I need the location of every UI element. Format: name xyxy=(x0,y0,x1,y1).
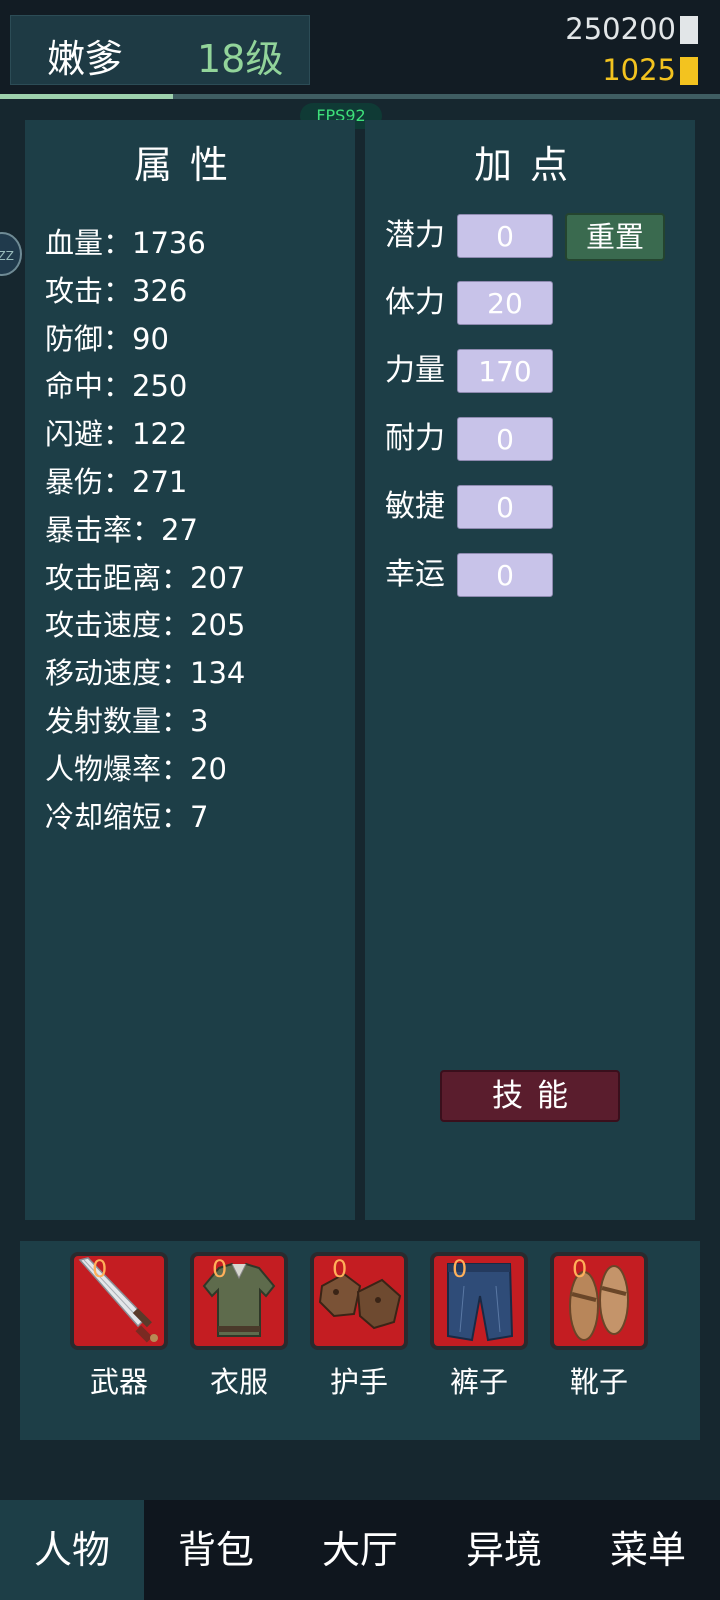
equip-pants[interactable]: 0 裤子 xyxy=(430,1252,528,1400)
attribute-attack: 攻击：326 xyxy=(45,273,188,308)
equip-slot[interactable]: 0 xyxy=(70,1252,168,1350)
nav-tab-backpack[interactable]: 背包 xyxy=(144,1500,288,1600)
equip-slot[interactable]: 0 xyxy=(310,1252,408,1350)
reset-button[interactable]: 重置 xyxy=(565,213,665,261)
attributes-title: 属性 xyxy=(133,143,246,187)
attribute-projectile-count: 发射数量：3 xyxy=(45,703,209,738)
attribute-crit-damage: 暴伤：271 xyxy=(45,464,188,499)
player-level: 18级 xyxy=(197,37,284,81)
attribute-crit-rate: 暴击率：27 xyxy=(45,512,198,547)
attribute-list: 血量：1736 攻击：326 防御：90 命中：250 闪避：122 暴伤：27… xyxy=(45,220,245,841)
equip-count: 0 xyxy=(332,1255,348,1283)
point-value-field[interactable]: 170 xyxy=(457,349,553,393)
points-panel: 加点 潜力 0 重置 体力 20 力量 170 耐力 0 敏捷 0 幸运 0 技… xyxy=(365,120,695,1220)
equip-slot[interactable]: 0 xyxy=(430,1252,528,1350)
nav-tab-lobby[interactable]: 大厅 xyxy=(288,1500,432,1600)
point-value-field[interactable]: 0 xyxy=(457,553,553,597)
shirt-icon xyxy=(202,1262,276,1337)
equip-gloves[interactable]: 0 护手 xyxy=(310,1252,408,1400)
point-value-field[interactable]: 20 xyxy=(457,281,553,325)
attribute-dodge: 闪避：122 xyxy=(45,417,188,452)
gold-currency-icon xyxy=(680,57,698,85)
pants-icon xyxy=(447,1263,514,1342)
equip-label: 裤子 xyxy=(449,1365,508,1399)
attribute-defense: 防御：90 xyxy=(45,321,169,356)
experience-bar-fill xyxy=(0,94,173,99)
equip-count: 0 xyxy=(212,1255,228,1283)
nav-tab-character[interactable]: 人物 xyxy=(0,1500,144,1600)
point-label: 幸运 xyxy=(385,557,445,592)
attribute-drop-rate: 人物爆率：20 xyxy=(45,751,227,786)
equip-boots[interactable]: 0 靴子 xyxy=(550,1252,648,1400)
point-label: 敏捷 xyxy=(385,489,445,524)
sword-icon xyxy=(78,1257,158,1343)
point-label: 潜力 xyxy=(385,218,445,253)
attribute-hp: 血量：1736 xyxy=(45,226,206,260)
attribute-attack-range: 攻击距离：207 xyxy=(45,560,246,595)
attributes-panel: 属性 血量：1736 攻击：326 防御：90 命中：250 闪避：122 暴伤… xyxy=(25,120,355,1220)
gold-amount: 1025 xyxy=(602,53,676,87)
attribute-accuracy: 命中：250 xyxy=(45,369,188,404)
equip-count: 0 xyxy=(452,1255,468,1283)
point-label: 体力 xyxy=(385,285,445,320)
gloves-icon xyxy=(318,1272,402,1330)
point-value-field[interactable]: 0 xyxy=(457,214,553,258)
bottom-nav: 人物 背包 大厅 异境 菜单 xyxy=(0,1500,720,1600)
equip-slot[interactable]: 0 xyxy=(190,1252,288,1350)
equip-label: 衣服 xyxy=(209,1365,268,1399)
attribute-move-speed: 移动速度：134 xyxy=(45,656,246,691)
silver-amount: 250200 xyxy=(565,12,676,46)
attribute-cooldown-reduction: 冷却缩短：7 xyxy=(45,799,209,834)
nav-tab-otherworld[interactable]: 异境 xyxy=(432,1500,576,1600)
top-bar: 嫩爹 18级 250200 1025 xyxy=(0,0,720,95)
experience-bar xyxy=(0,94,720,99)
point-label: 耐力 xyxy=(385,421,445,456)
equip-count: 0 xyxy=(572,1255,588,1283)
player-info-box[interactable]: 嫩爹 18级 xyxy=(10,15,310,85)
side-floating-bubble[interactable]: ZZ xyxy=(0,232,22,276)
skill-button[interactable]: 技能 xyxy=(440,1070,620,1122)
sandals-icon xyxy=(569,1265,629,1341)
point-label: 力量 xyxy=(385,353,445,388)
equip-label: 靴子 xyxy=(569,1365,628,1399)
attribute-attack-speed: 攻击速度：205 xyxy=(45,608,246,643)
equip-count: 0 xyxy=(92,1255,108,1283)
player-name: 嫩爹 xyxy=(47,37,124,81)
equip-label: 武器 xyxy=(89,1365,148,1399)
equip-weapon[interactable]: 0 武器 xyxy=(70,1252,168,1400)
equip-label: 护手 xyxy=(329,1365,388,1399)
equipment-panel: 0 武器 0 衣服 0 护手 0 裤子 0 靴子 xyxy=(20,1241,700,1440)
silver-currency-icon xyxy=(680,16,698,44)
equip-slot[interactable]: 0 xyxy=(550,1252,648,1350)
nav-tab-menu[interactable]: 菜单 xyxy=(576,1500,720,1600)
point-value-field[interactable]: 0 xyxy=(457,417,553,461)
points-title: 加点 xyxy=(473,143,586,187)
equip-clothes[interactable]: 0 衣服 xyxy=(190,1252,288,1400)
point-value-field[interactable]: 0 xyxy=(457,485,553,529)
